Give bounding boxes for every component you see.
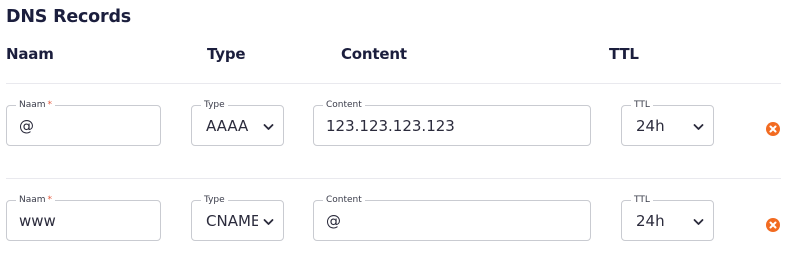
column-header-type: Type: [207, 45, 246, 63]
name-field-label: Naam *: [16, 194, 56, 206]
content-field-label: Content: [323, 99, 365, 111]
column-header-name: Naam: [6, 45, 54, 63]
name-field-value: @: [19, 117, 34, 135]
type-select-value: AAAA: [206, 117, 249, 135]
delete-record-button[interactable]: [766, 122, 780, 136]
ttl-select-value: 24h: [636, 117, 665, 135]
required-marker: *: [47, 100, 53, 110]
type-select[interactable]: Type AAAA: [191, 99, 284, 146]
name-field-value: www: [19, 212, 56, 230]
remove-circle-icon: [769, 221, 777, 229]
required-marker: *: [47, 195, 53, 205]
divider: [6, 83, 781, 84]
column-header-content: Content: [341, 45, 407, 63]
content-field[interactable]: Content 123.123.123.123: [313, 99, 591, 146]
content-field-value: 123.123.123.123: [326, 117, 455, 135]
content-field-label: Content: [323, 194, 365, 206]
delete-record-button[interactable]: [766, 218, 780, 232]
type-select-value: CNAME: [206, 212, 258, 230]
ttl-select-label: TTL: [631, 99, 653, 111]
divider: [6, 178, 781, 179]
chevron-down-icon: [263, 219, 274, 225]
chevron-down-icon: [263, 124, 274, 130]
chevron-down-icon: [693, 124, 704, 130]
ttl-select-label: TTL: [631, 194, 653, 206]
chevron-down-icon: [693, 219, 704, 225]
name-field[interactable]: Naam * @: [6, 99, 161, 146]
column-header-ttl: TTL: [609, 45, 639, 63]
name-field[interactable]: Naam * www: [6, 194, 161, 241]
ttl-select-value: 24h: [636, 212, 665, 230]
ttl-select[interactable]: TTL 24h: [621, 194, 714, 241]
name-field-label: Naam *: [16, 99, 56, 111]
ttl-select[interactable]: TTL 24h: [621, 99, 714, 146]
type-select-label: Type: [201, 194, 228, 206]
type-select-label: Type: [201, 99, 228, 111]
remove-circle-icon: [769, 125, 777, 133]
section-title: DNS Records: [6, 7, 131, 27]
content-field-value: @: [326, 212, 341, 230]
type-select[interactable]: Type CNAME: [191, 194, 284, 241]
content-field[interactable]: Content @: [313, 194, 591, 241]
